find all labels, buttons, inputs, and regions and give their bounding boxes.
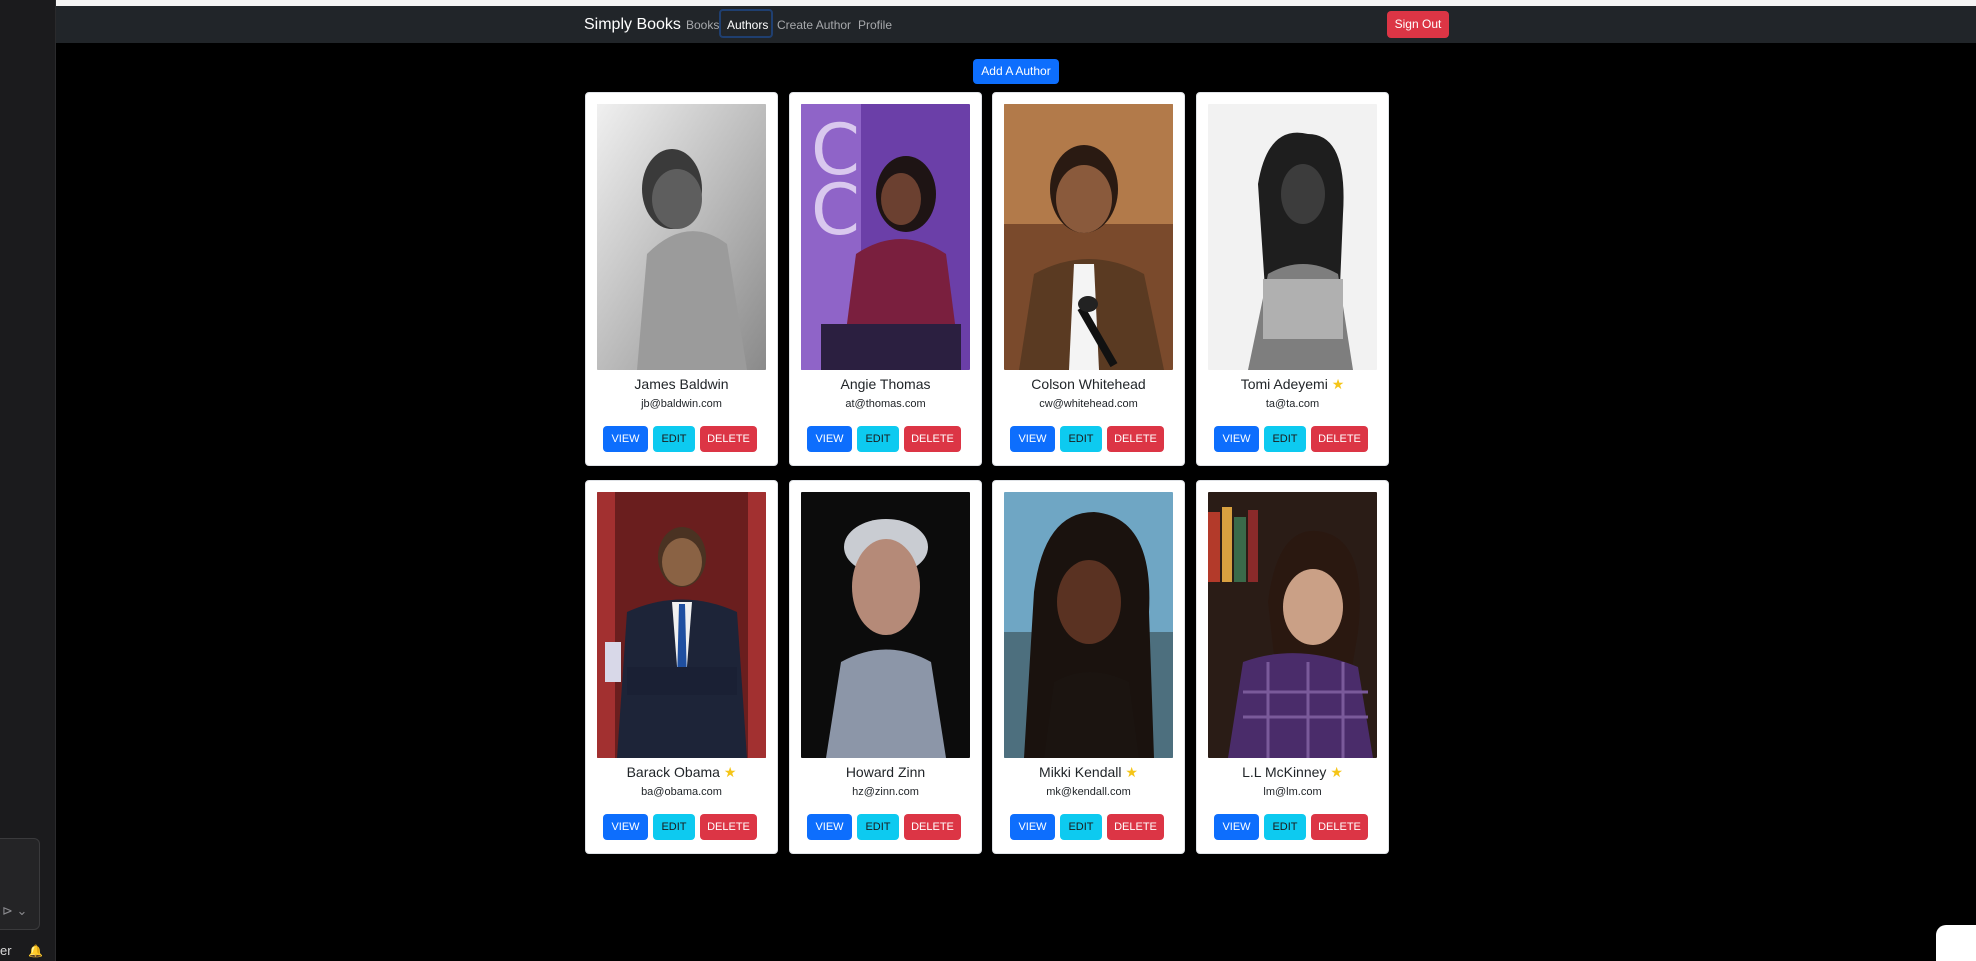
nav-link-authors[interactable]: Authors	[727, 17, 768, 33]
bottom-left-label: er	[0, 943, 12, 958]
author-card: James Baldwin jb@baldwin.com VIEW EDIT DELET…	[585, 92, 778, 466]
view-button[interactable]: VIEW	[1010, 426, 1055, 452]
author-name: Angie Thomas	[790, 375, 981, 393]
add-author-button[interactable]: Add A Author	[973, 59, 1059, 84]
author-photo	[1208, 104, 1377, 370]
sign-out-button[interactable]: Sign Out	[1387, 11, 1449, 38]
author-card: C C Angie Thomas at@thomas.com VIEW EDIT DEL…	[789, 92, 982, 466]
author-name: James Baldwin	[586, 375, 777, 393]
brand-logo[interactable]: Simply Books	[584, 15, 681, 35]
delete-button[interactable]: DELETE	[1107, 426, 1164, 452]
author-name-text: Barack Obama	[626, 764, 720, 780]
card-actions: VIEW EDIT DELETE	[1010, 814, 1164, 840]
delete-button[interactable]: DELETE	[1311, 814, 1368, 840]
card-actions: VIEW EDIT DELETE	[807, 426, 961, 452]
corner-widget[interactable]	[1936, 925, 1976, 961]
author-email: ba@obama.com	[641, 786, 722, 798]
author-name: Tomi Adeyemi ★	[1197, 375, 1388, 393]
delete-button[interactable]: DELETE	[1107, 814, 1164, 840]
author-card: Colson Whitehead cw@whitehead.com VIEW EDIT…	[992, 92, 1185, 466]
author-email: lm@lm.com	[1263, 786, 1322, 798]
author-photo	[1004, 104, 1173, 370]
view-button[interactable]: VIEW	[807, 814, 852, 840]
favorite-star-icon: ★	[1330, 764, 1343, 780]
navbar: Simply Books Books Authors Create Author…	[56, 6, 1976, 43]
view-button[interactable]: VIEW	[1010, 814, 1055, 840]
delete-button[interactable]: DELETE	[904, 426, 961, 452]
author-card: Barack Obama ★ ba@obama.com VIEW EDIT DELETE	[585, 480, 778, 854]
author-name-text: L.L McKinney	[1242, 764, 1327, 780]
author-name: Barack Obama ★	[586, 763, 777, 781]
delete-button[interactable]: DELETE	[1311, 426, 1368, 452]
send-icon[interactable]: ⊳ ⌄	[2, 901, 32, 921]
author-card: Howard Zinn hz@zinn.com VIEW EDIT DELETE	[789, 480, 982, 854]
page-root: ⊳ ⌄ er 🔔 Simply Books Books Authors Crea…	[0, 0, 1976, 961]
author-photo	[1004, 492, 1173, 758]
card-actions: VIEW EDIT DELETE	[603, 814, 757, 840]
delete-button[interactable]: DELETE	[700, 814, 757, 840]
author-name: Colson Whitehead	[993, 375, 1184, 393]
favorite-star-icon: ★	[723, 764, 737, 780]
card-actions: VIEW EDIT DELETE	[1010, 426, 1164, 452]
edit-button[interactable]: EDIT	[1264, 814, 1306, 840]
delete-button[interactable]: DELETE	[904, 814, 961, 840]
favorite-star-icon: ★	[1331, 376, 1345, 392]
nav-link-books[interactable]: Books	[686, 17, 719, 33]
view-button[interactable]: VIEW	[603, 814, 648, 840]
author-email: ta@ta.com	[1265, 398, 1320, 410]
author-name-text: Howard Zinn	[845, 764, 926, 780]
view-button[interactable]: VIEW	[1214, 814, 1259, 840]
author-card: Tomi Adeyemi ★ ta@ta.com VIEW EDIT DELETE	[1196, 92, 1389, 466]
edit-button[interactable]: EDIT	[857, 426, 899, 452]
svg-text:C: C	[811, 169, 860, 251]
edit-button[interactable]: EDIT	[1060, 426, 1102, 452]
view-button[interactable]: VIEW	[807, 426, 852, 452]
author-name: Mikki Kendall ★	[993, 763, 1184, 781]
author-photo: C C	[801, 104, 970, 370]
author-name-text: James Baldwin	[634, 376, 729, 392]
author-name-text: Tomi Adeyemi	[1240, 376, 1328, 392]
author-photo	[597, 104, 766, 370]
view-button[interactable]: VIEW	[1214, 426, 1259, 452]
author-card: Mikki Kendall ★ mk@kendall.com VIEW EDIT DEL…	[992, 480, 1185, 854]
author-photo	[1208, 492, 1377, 758]
card-actions: VIEW EDIT DELETE	[603, 426, 757, 452]
author-name: L.L McKinney ★	[1197, 763, 1388, 781]
author-email: cw@whitehead.com	[1039, 398, 1138, 410]
author-name-text: Colson Whitehead	[1031, 376, 1146, 392]
delete-button[interactable]: DELETE	[700, 426, 757, 452]
bell-icon[interactable]: 🔔	[28, 944, 43, 958]
edit-button[interactable]: EDIT	[857, 814, 899, 840]
view-button[interactable]: VIEW	[603, 426, 648, 452]
chat-input-panel[interactable]: ⊳ ⌄	[0, 838, 40, 930]
author-email: mk@kendall.com	[1046, 786, 1131, 798]
author-name-text: Mikki Kendall	[1039, 764, 1122, 780]
favorite-star-icon: ★	[1125, 764, 1138, 780]
author-name: Howard Zinn	[790, 763, 981, 781]
edit-button[interactable]: EDIT	[653, 814, 695, 840]
author-email: jb@baldwin.com	[641, 398, 722, 410]
nav-link-profile[interactable]: Profile	[858, 17, 892, 33]
author-email: at@thomas.com	[845, 398, 926, 410]
author-name-text: Angie Thomas	[840, 376, 931, 392]
edit-button[interactable]: EDIT	[653, 426, 695, 452]
nav-link-create-author[interactable]: Create Author	[777, 17, 851, 33]
card-actions: VIEW EDIT DELETE	[1214, 426, 1368, 452]
edit-button[interactable]: EDIT	[1264, 426, 1306, 452]
left-sidebar-strip: ⊳ ⌄ er 🔔	[0, 0, 56, 961]
author-email: hz@zinn.com	[852, 786, 919, 798]
edit-button[interactable]: EDIT	[1060, 814, 1102, 840]
author-photo	[801, 492, 970, 758]
author-photo	[597, 492, 766, 758]
author-card: L.L McKinney ★ lm@lm.com VIEW EDIT DELETE	[1196, 480, 1389, 854]
card-actions: VIEW EDIT DELETE	[1214, 814, 1368, 840]
card-actions: VIEW EDIT DELETE	[807, 814, 961, 840]
